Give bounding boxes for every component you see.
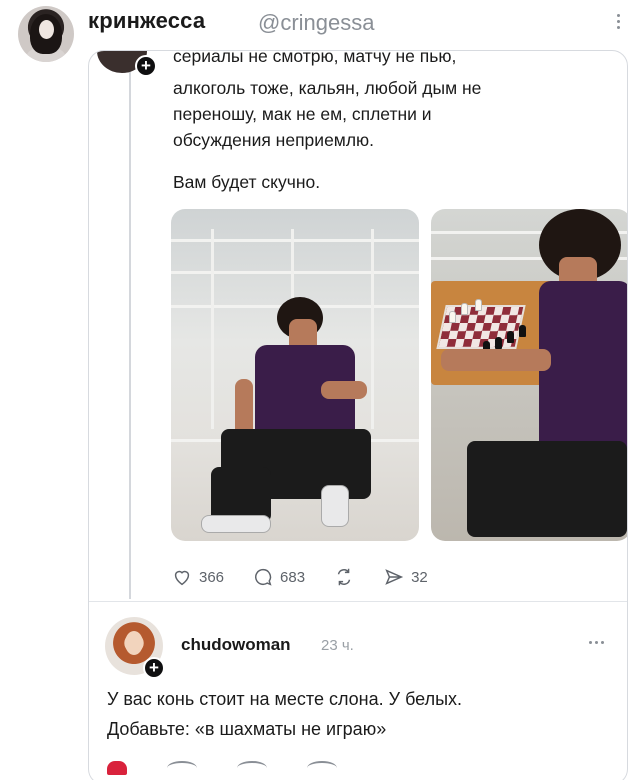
author-avatar[interactable]: [18, 6, 74, 62]
share-button[interactable]: 32: [383, 566, 428, 588]
reply-author-name[interactable]: chudowoman: [181, 635, 291, 655]
post-text-line: Вам будет скучно.: [173, 172, 321, 192]
reply-text-line: У вас конь стоит на месте слона. У белых…: [107, 689, 463, 709]
post-text-line: переношу, мак не ем, сплетни и: [173, 104, 432, 124]
share-count: 32: [411, 568, 428, 586]
reply-text-line: Добавьте: «в шахматы не играю»: [107, 719, 387, 739]
repost-icon: [337, 568, 351, 586]
comment-icon: [255, 568, 272, 586]
post-text-line: сериалы не смотрю, матчу не пью,: [173, 50, 457, 66]
post-photo-sitting[interactable]: [171, 209, 419, 541]
post-text-line: алкоголь тоже, кальян, любой дым не: [173, 78, 482, 98]
send-icon[interactable]: [307, 761, 337, 775]
heart-icon: [174, 570, 190, 586]
like-count: 366: [199, 568, 225, 586]
heart-icon[interactable]: [107, 761, 127, 775]
reply-count: 683: [280, 568, 306, 586]
repost-icon[interactable]: [237, 761, 267, 775]
author-handle[interactable]: @cringessa: [258, 10, 375, 36]
reply-actions: [107, 761, 337, 775]
send-icon: [385, 569, 404, 585]
more-icon[interactable]: [589, 641, 604, 644]
plus-icon[interactable]: +: [143, 657, 165, 679]
post-actions: 366 683 32: [171, 564, 456, 590]
reply-timestamp: 23 ч.: [321, 637, 354, 654]
post-photo-chess[interactable]: [431, 209, 627, 541]
repost-button[interactable]: [333, 566, 355, 588]
like-button[interactable]: 366: [171, 566, 224, 588]
divider: [89, 601, 627, 602]
author-name[interactable]: кринжесса: [88, 8, 205, 34]
comment-icon[interactable]: [167, 761, 197, 775]
thread-line: [129, 51, 131, 599]
reply-button[interactable]: 683: [252, 566, 305, 588]
embedded-thread-card[interactable]: + сериалы не смотрю, матчу не пью, алког…: [88, 50, 628, 780]
more-icon[interactable]: [608, 8, 628, 34]
plus-icon[interactable]: +: [135, 55, 157, 77]
post-text-line: обсуждения неприемлю.: [173, 130, 375, 150]
